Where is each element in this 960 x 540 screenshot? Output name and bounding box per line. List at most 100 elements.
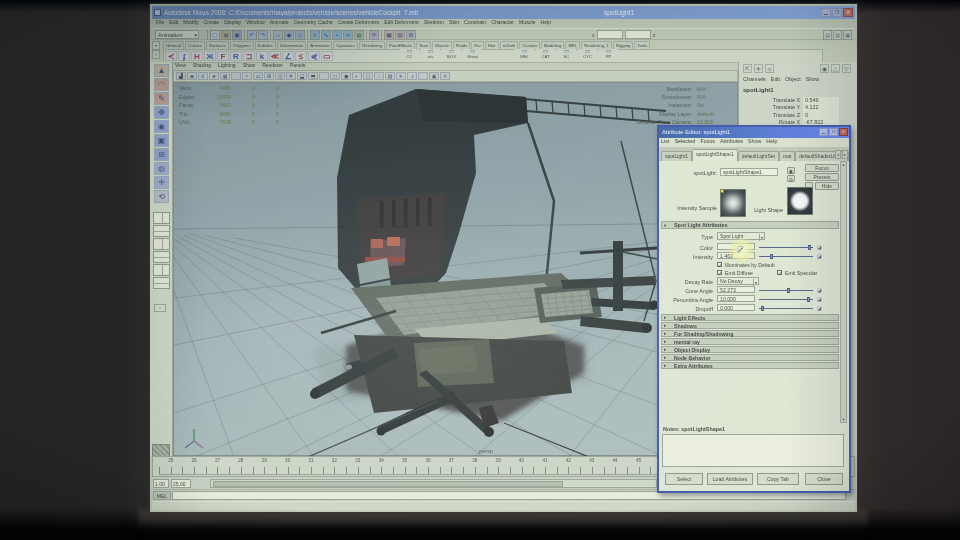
- cb-manip-icon[interactable]: ⇱: [743, 64, 752, 73]
- color-slider[interactable]: [759, 247, 813, 248]
- mel-label[interactable]: MEL: [153, 491, 171, 500]
- channel-box-menu-item[interactable]: Channels: [743, 76, 766, 82]
- snap-plane-icon[interactable]: ▱: [343, 30, 353, 40]
- perspective-viewport[interactable]: ViewShadingLightingShowRendererPanels ▟◙…: [173, 62, 738, 456]
- camera-attributes-icon[interactable]: ≡: [198, 72, 208, 80]
- emit-specular-checkbox[interactable]: ✓: [777, 270, 782, 275]
- layout-button[interactable]: two-pane-stack-layout: [153, 251, 170, 263]
- select-hierarchy-icon[interactable]: ⌂: [273, 30, 283, 40]
- viewport-menu-item[interactable]: Panels: [290, 62, 305, 70]
- save-scene-icon[interactable]: ▣: [232, 30, 242, 40]
- image-plane-icon[interactable]: ▦: [220, 72, 230, 80]
- wire-tool-icon[interactable]: ∠: [282, 51, 294, 61]
- shelf-custom-button[interactable]: CAT: [536, 49, 555, 61]
- frame-number[interactable]: 38: [463, 458, 486, 466]
- shelf-tab[interactable]: Polygons: [230, 41, 254, 49]
- ae-menu-item[interactable]: List: [661, 138, 669, 147]
- grid-toggle-icon[interactable]: ⌗: [242, 72, 252, 80]
- shelf-custom-button[interactable]: SC: [557, 49, 576, 61]
- maximize-button[interactable]: ❐: [832, 8, 842, 17]
- window-titlebar[interactable]: Autodesk Maya 2008: C:/Documents/maya/pr…: [152, 6, 855, 19]
- shelf-tab[interactable]: General: [163, 41, 184, 49]
- range-slider-bar[interactable]: [213, 481, 563, 487]
- sculpt-deformer-icon[interactable]: ≤: [295, 51, 307, 61]
- shelf-tab[interactable]: Surfaces: [206, 41, 229, 49]
- motion-path-icon[interactable]: R: [230, 51, 242, 61]
- viewport-menu-item[interactable]: Show: [243, 62, 256, 70]
- render-settings-icon[interactable]: ⚙: [406, 30, 416, 40]
- rotate-tool-icon[interactable]: ◉: [154, 120, 169, 133]
- ae-presets-button[interactable]: Presets: [805, 173, 839, 181]
- close-button[interactable]: ✕: [843, 8, 853, 17]
- construction-history-icon[interactable]: ⟳: [369, 30, 379, 40]
- select-object-icon[interactable]: ◆: [284, 30, 294, 40]
- frame-number[interactable]: 32: [323, 458, 346, 466]
- menu-item[interactable]: Animate: [270, 19, 289, 28]
- ae-section-bar[interactable]: Node Behavior: [661, 354, 839, 361]
- universal-manipulator-icon[interactable]: ⊞: [154, 148, 169, 161]
- frame-number[interactable]: 30: [276, 458, 299, 466]
- frame-number[interactable]: 44: [603, 458, 626, 466]
- smooth-shade-icon[interactable]: ◼: [341, 72, 351, 80]
- ae-focus-button[interactable]: Focus: [805, 164, 839, 172]
- channel-box-menu-item[interactable]: Edit: [771, 76, 780, 82]
- points-icon[interactable]: ∴: [374, 72, 384, 80]
- penumbra-field[interactable]: 10.000: [717, 295, 755, 302]
- ae-minimize-button[interactable]: ▁: [819, 128, 828, 136]
- soft-mod-tool-icon[interactable]: ◍: [154, 162, 169, 175]
- isolate-select-icon[interactable]: ▣: [429, 72, 439, 80]
- viewport-menu-item[interactable]: Lighting: [218, 62, 236, 70]
- ae-notes-area[interactable]: [662, 434, 844, 467]
- open-scene-icon[interactable]: ▤: [221, 30, 231, 40]
- frame-number[interactable]: 34: [370, 458, 393, 466]
- shelf-tab[interactable]: Fluids: [453, 41, 470, 49]
- cone-angle-slider-handle[interactable]: [787, 288, 790, 293]
- wireframe-icon[interactable]: ◻: [330, 72, 340, 80]
- menu-item[interactable]: Create Deformers: [338, 19, 379, 28]
- menu-set-dropdown[interactable]: Animation: [155, 30, 199, 39]
- paint-select-tool-icon[interactable]: ✎: [154, 92, 169, 105]
- ae-focus-arrow-1[interactable]: ◉: [787, 167, 795, 174]
- lock-camera-icon[interactable]: ◙: [187, 72, 197, 80]
- cb-lock-icon[interactable]: ◉: [820, 64, 829, 73]
- ae-section-bar[interactable]: mental ray: [661, 338, 839, 345]
- channel-attribute-row[interactable]: Translate Y4.122: [739, 104, 857, 111]
- ae-section-bar[interactable]: Light Effects: [661, 314, 839, 321]
- decay-rate-dropdown[interactable]: No Decay: [717, 277, 759, 285]
- redo-icon[interactable]: ↷: [258, 30, 268, 40]
- ae-menu-item[interactable]: Attributes: [720, 138, 743, 147]
- cb-mute-icon[interactable]: ▽: [842, 64, 851, 73]
- range-min-field[interactable]: 25.00: [171, 479, 191, 488]
- frame-number[interactable]: 35: [393, 458, 416, 466]
- jiggle-deformer-icon[interactable]: ▭: [321, 51, 333, 61]
- ik-spline-icon[interactable]: Ж: [204, 51, 216, 61]
- layout-button[interactable]: single-pane-layout: [153, 212, 170, 224]
- shelf-custom-button[interactable]: PP: [599, 49, 618, 61]
- dropoff-slider-handle[interactable]: [761, 306, 764, 311]
- menu-item[interactable]: Window: [246, 19, 264, 28]
- coord-field-2[interactable]: [625, 30, 651, 39]
- frame-number[interactable]: 39: [486, 458, 509, 466]
- frame-number[interactable]: 41: [533, 458, 556, 466]
- range-start-field[interactable]: 1.00: [153, 479, 169, 488]
- range-slider-groove[interactable]: [210, 479, 657, 488]
- penumbra-spin[interactable]: ◪: [817, 296, 823, 302]
- coord-field-1[interactable]: [597, 30, 623, 39]
- cb-hyperbolic-icon[interactable]: ⟐: [765, 64, 774, 73]
- shelf-tab[interactable]: Animation: [307, 41, 332, 49]
- layout-button[interactable]: two-pane-side-layout: [153, 238, 170, 250]
- menu-item[interactable]: File: [156, 19, 164, 28]
- ae-button[interactable]: Load Attributes: [707, 473, 753, 485]
- dropoff-spin[interactable]: ◪: [817, 305, 823, 311]
- illuminates-checkbox[interactable]: ✓: [717, 262, 722, 267]
- ae-section-bar[interactable]: Object Display: [661, 346, 839, 353]
- frame-number[interactable]: 42: [557, 458, 580, 466]
- frame-number[interactable]: 26: [182, 458, 205, 466]
- ae-menu-item[interactable]: Help: [766, 138, 777, 147]
- penumbra-slider[interactable]: [759, 299, 813, 300]
- menu-item[interactable]: Create: [204, 19, 220, 28]
- ae-menu-item[interactable]: Show: [748, 138, 762, 147]
- set-breakdown-icon[interactable]: ʄ: [178, 51, 190, 61]
- frame-number[interactable]: 43: [580, 458, 603, 466]
- toolbox-minimize[interactable]: -: [154, 304, 166, 312]
